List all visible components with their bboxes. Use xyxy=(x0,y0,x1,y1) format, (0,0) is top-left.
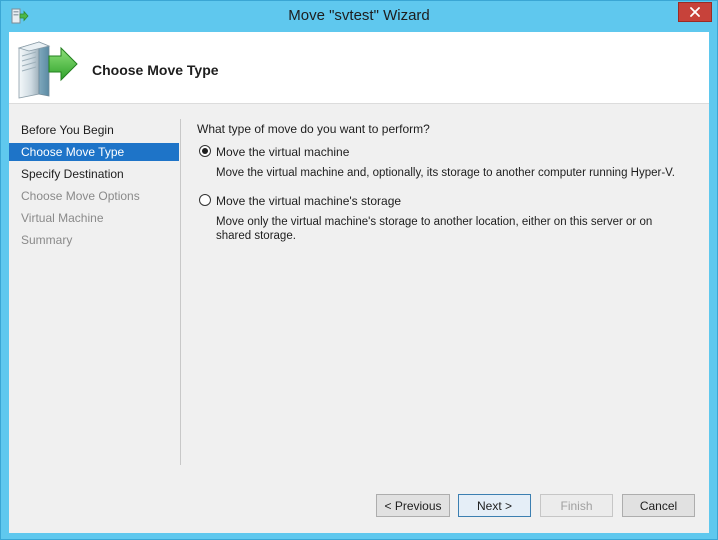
move-type-question: What type of move do you want to perform… xyxy=(197,122,430,136)
finish-button: Finish xyxy=(540,494,613,517)
move-vm-description: Move the virtual machine and, optionally… xyxy=(216,167,675,179)
option-move-virtual-machine[interactable]: Move the virtual machine Move the virtua… xyxy=(197,145,697,180)
window-title: Move "svtest" Wizard xyxy=(288,7,430,24)
title-bar[interactable]: Move "svtest" Wizard xyxy=(1,1,717,32)
option-move-vm-storage[interactable]: Move the virtual machine's storage Move … xyxy=(197,194,697,243)
sidebar-item-before-you-begin[interactable]: Before You Begin xyxy=(9,121,179,139)
sidebar-item-specify-destination[interactable]: Specify Destination xyxy=(9,165,179,183)
sidebar-item-virtual-machine: Virtual Machine xyxy=(21,211,104,225)
move-vm-label[interactable]: Move the virtual machine xyxy=(216,145,697,159)
wizard-content: What type of move do you want to perform… xyxy=(197,122,697,243)
page-title: Choose Move Type xyxy=(92,62,219,78)
wizard-header: Choose Move Type xyxy=(9,32,709,104)
move-vm-radio[interactable] xyxy=(199,145,211,157)
close-button[interactable] xyxy=(678,2,712,22)
close-icon xyxy=(690,7,700,17)
cancel-button[interactable]: Cancel xyxy=(622,494,695,517)
next-button[interactable]: Next > xyxy=(458,494,531,517)
wizard-client-area: Choose Move Type Before You Begin Choose… xyxy=(9,32,709,533)
sidebar-item-choose-move-type[interactable]: Choose Move Type xyxy=(9,143,179,161)
server-move-arrow-icon xyxy=(15,38,79,100)
wizard-steps-sidebar: Before You Begin Choose Move Type Specif… xyxy=(9,119,181,465)
move-storage-radio[interactable] xyxy=(199,194,211,206)
wizard-window: Move "svtest" Wizard Choose Move Type Be… xyxy=(0,0,718,540)
move-storage-description: Move only the virtual machine's storage … xyxy=(216,216,653,242)
sidebar-item-choose-move-options: Choose Move Options xyxy=(21,189,140,203)
move-storage-label[interactable]: Move the virtual machine's storage xyxy=(216,194,697,208)
sidebar-item-summary: Summary xyxy=(21,233,73,247)
previous-button[interactable]: < Previous xyxy=(376,494,450,517)
